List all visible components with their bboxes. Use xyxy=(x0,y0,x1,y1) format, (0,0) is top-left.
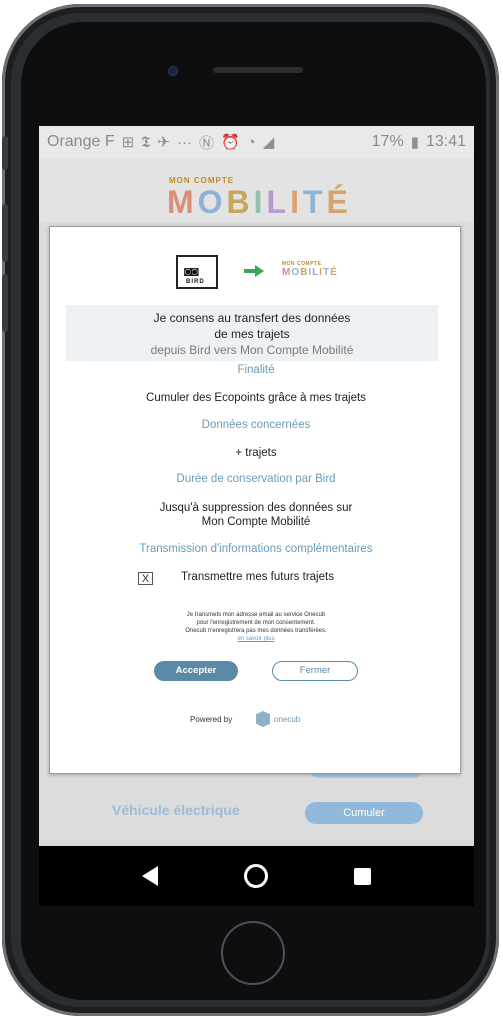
app-icon: ⊞ xyxy=(121,134,135,151)
onecub-label: onecub xyxy=(274,714,301,724)
consent-statement: Je consens au transfert des données de m… xyxy=(66,305,438,361)
earpiece-speaker xyxy=(213,67,303,73)
bird-logo: ◙◙ BIRD xyxy=(176,255,218,289)
onecub-brand: onecub xyxy=(256,710,300,728)
back-icon[interactable] xyxy=(142,866,158,886)
futurs-trajets-checkbox[interactable]: X xyxy=(138,572,153,585)
newspaper-icon: 𝕿 xyxy=(141,133,151,151)
duree-value-line1: Jusqu'à suppression des données sur xyxy=(159,502,353,514)
arrow-right-icon xyxy=(244,265,264,277)
volume-up-button xyxy=(2,204,8,262)
accept-button[interactable]: Accepter xyxy=(154,661,238,681)
partner-logos: ◙◙ BIRD MON COMPTE MOBILITÉ xyxy=(176,255,346,291)
consent-dialog: ◙◙ BIRD MON COMPTE MOBILITÉ Je consens a… xyxy=(49,226,461,774)
wifi-icon: ◔ xyxy=(246,133,256,151)
alarm-icon: ⏰ xyxy=(220,134,240,151)
finalite-label: Finalité xyxy=(237,364,275,376)
powered-by-label: Powered by xyxy=(190,715,233,724)
cumuler-button[interactable]: Cumuler xyxy=(305,802,423,824)
phone-screen: Orange F ⊞ 𝕿 ✈ ··· Ⓝ ⏰ ◔ ◢ 17% ▮ 13:41 M… xyxy=(39,126,474,906)
mute-switch xyxy=(2,136,8,170)
app-header: MON COMPTE MOBILITÉ xyxy=(39,158,474,222)
brand-logo: MOBILITÉ xyxy=(167,184,352,220)
donnees-label: Données concernées xyxy=(201,419,311,431)
carrier-label: Orange F xyxy=(47,133,115,150)
onecub-logo-icon xyxy=(256,711,270,727)
duree-value-line2: Mon Compte Mobilité xyxy=(201,516,311,528)
home-icon[interactable] xyxy=(244,864,268,888)
more-icon: ··· xyxy=(176,133,192,151)
donnees-value: + trajets xyxy=(235,447,277,459)
signal-icon: ◢ xyxy=(262,134,275,151)
volume-down-button xyxy=(2,274,8,332)
transmission-label: Transmission d'informations complémentai… xyxy=(139,543,373,555)
battery-percent: 17% xyxy=(371,133,404,150)
vehicule-label: Véhicule électrique xyxy=(112,802,240,818)
fine-print: Je transmets mon adresse email au servic… xyxy=(50,611,462,643)
futurs-trajets-label: Transmettre mes futurs trajets xyxy=(181,571,334,583)
close-button[interactable]: Fermer xyxy=(272,661,358,681)
android-nav-bar xyxy=(39,846,474,906)
status-bar: Orange F ⊞ 𝕿 ✈ ··· Ⓝ ⏰ ◔ ◢ 17% ▮ 13:41 xyxy=(39,126,474,158)
front-camera xyxy=(166,64,180,78)
mon-compte-mobilite-logo: MON COMPTE MOBILITÉ xyxy=(282,261,338,278)
home-button[interactable] xyxy=(221,921,285,985)
finalite-value: Cumuler des Ecopoints grâce à mes trajet… xyxy=(146,392,366,404)
nfc-icon: Ⓝ xyxy=(198,134,214,152)
duree-label: Durée de conservation par Bird xyxy=(176,473,336,485)
bird-icon: ✈ xyxy=(157,134,170,151)
battery-icon: ▮ xyxy=(410,134,419,151)
clock: 13:41 xyxy=(425,133,466,150)
recent-apps-icon[interactable] xyxy=(354,867,371,885)
learn-more-link[interactable]: en savoir plus xyxy=(50,635,462,643)
